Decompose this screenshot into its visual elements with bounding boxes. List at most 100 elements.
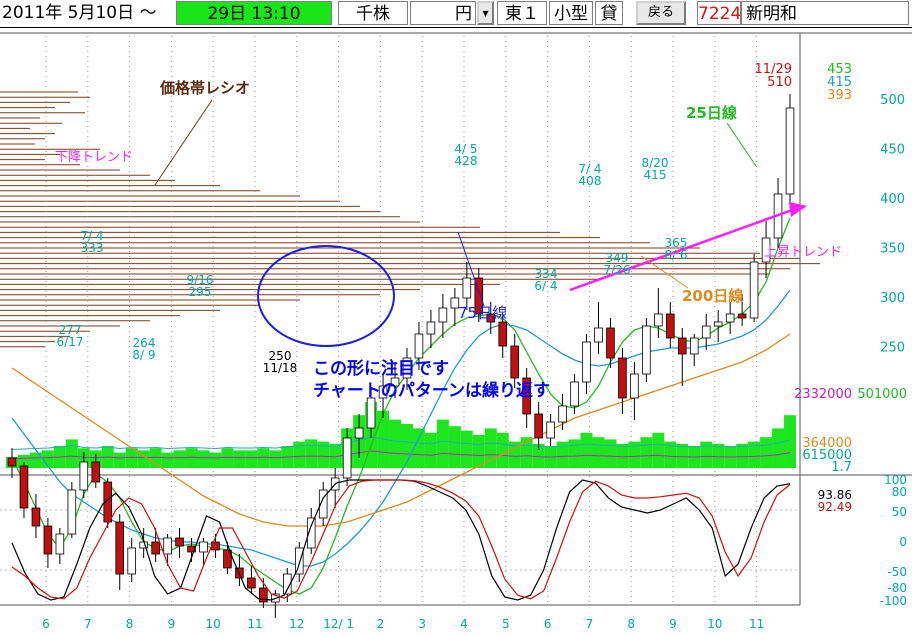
back-button[interactable]: 戻る: [636, 1, 686, 25]
volume-bar: [173, 450, 186, 468]
note-line-1: この形に注目です: [313, 358, 449, 379]
price-axis-label: 250: [880, 341, 905, 356]
candle-body: [534, 413, 543, 439]
price-band-leader: [154, 99, 213, 186]
ma75-title: 75日線: [458, 304, 507, 322]
price-band-ratio: [0, 91, 820, 348]
volume-avg-label: 501000: [857, 387, 907, 402]
price-axis-label: 300: [880, 291, 905, 306]
volume-bar: [149, 448, 162, 468]
stoch-axis-label: -80: [887, 581, 907, 595]
x-tick-label: 11: [247, 617, 262, 631]
date-range-label: 2011年 5月10日 ～: [2, 3, 157, 23]
toolbar: 2011年 5月10日 ～ 29日 13:10 千株 円 ▾ 東１ 小型 貸 戻…: [0, 0, 912, 28]
dropdown-arrow-icon[interactable]: ▾: [477, 1, 494, 25]
peak-value-label: 428: [455, 154, 478, 168]
price-axis-label: 450: [880, 143, 905, 158]
candle-body: [55, 533, 65, 555]
candle-body: [115, 521, 125, 575]
volume-bar: [221, 448, 234, 468]
downtrend-label: 下降トレンド: [55, 150, 133, 165]
note-line-2: チャートのパターンは繰り返す: [313, 380, 550, 401]
candle-body: [594, 327, 603, 343]
ma200-title: 200日線: [682, 287, 743, 305]
pattern-highlight-ellipse: [257, 245, 395, 347]
candle-body: [426, 321, 436, 335]
volume-bar: [568, 439, 581, 468]
x-tick-label: 10: [707, 617, 722, 631]
candle-body: [43, 525, 53, 555]
unit-field[interactable]: 千株: [338, 1, 408, 25]
candle-body: [294, 547, 304, 575]
trough-date-label: 8/ 9: [132, 348, 155, 362]
ma25-leader: [726, 122, 757, 167]
volume-bar: [784, 415, 796, 468]
candle-body: [7, 457, 17, 467]
volume-bar: [616, 443, 629, 468]
volume-ratio-label: 1.7: [831, 460, 852, 475]
candle-body: [666, 313, 675, 339]
volume-bar: [185, 448, 198, 468]
candle-body: [163, 537, 172, 555]
currency-select[interactable]: 円: [410, 1, 476, 25]
candle-body: [247, 577, 256, 589]
volume-bar: [161, 452, 174, 468]
code-input[interactable]: 7224: [697, 1, 741, 25]
candle-body: [79, 461, 89, 491]
x-tick-label: 7: [84, 617, 92, 631]
market-field: 東１: [497, 1, 547, 25]
trough-date-label: 6/ 4: [534, 279, 557, 293]
volume-bar: [269, 450, 282, 468]
volume-bar: [245, 450, 258, 468]
candle-body: [19, 465, 29, 509]
candle-body: [654, 313, 663, 327]
peak-value-label: 295: [189, 285, 212, 299]
candle-body: [199, 541, 208, 553]
x-tick-label: 2: [377, 617, 385, 631]
candle-body: [749, 261, 759, 319]
trough-date-label: 8/ 6: [664, 248, 687, 262]
volume-bar: [772, 428, 785, 468]
volume-bar: [305, 439, 318, 468]
stoch-axis-label: 0: [899, 535, 907, 549]
candle-body: [701, 325, 711, 339]
candle-body: [606, 327, 615, 359]
volume-bar: [460, 430, 473, 468]
price-band-title: 価格帯レシオ: [159, 79, 250, 97]
x-tick-label: 9: [168, 617, 176, 631]
price-axis-label: 350: [880, 242, 905, 257]
trough-date-label: 6/17: [57, 335, 84, 349]
candle-body: [31, 507, 41, 527]
candle-body: [127, 547, 136, 575]
stoch-axis-label: -100: [880, 594, 907, 608]
volume-bar: [736, 443, 749, 468]
candle-body: [689, 337, 699, 355]
price-axis-label: 400: [880, 192, 905, 207]
volume-bar: [652, 432, 665, 468]
volume-bar: [113, 452, 126, 468]
stoch-axis-label: 50: [892, 505, 907, 519]
volume-bar: [209, 452, 222, 468]
ma25-title: 25日線: [686, 104, 737, 122]
volume-bar: [448, 426, 461, 468]
volume-bar: [496, 432, 509, 468]
x-tick-label: 6: [42, 617, 50, 631]
x-tick-label: 8: [126, 617, 134, 631]
candle-body: [737, 313, 747, 319]
peak-value-label: 408: [579, 174, 602, 188]
x-tick-label: 11: [749, 617, 764, 631]
candle-body: [570, 381, 579, 407]
company-name: 新明和: [741, 1, 909, 25]
x-tick-label: 9: [669, 617, 677, 631]
price-axis-label: 500: [880, 93, 905, 108]
stoch-line: [11, 479, 791, 600]
candle-body: [91, 461, 101, 483]
volume-bar: [580, 432, 593, 468]
volume-bar: [257, 448, 270, 468]
volume-bar: [592, 437, 605, 468]
candles: [7, 94, 795, 618]
volume-max-label: 2332000: [794, 387, 852, 402]
x-tick-label: 7: [586, 617, 594, 631]
peak-value-label: 415: [644, 168, 667, 182]
candle-body: [462, 277, 472, 299]
